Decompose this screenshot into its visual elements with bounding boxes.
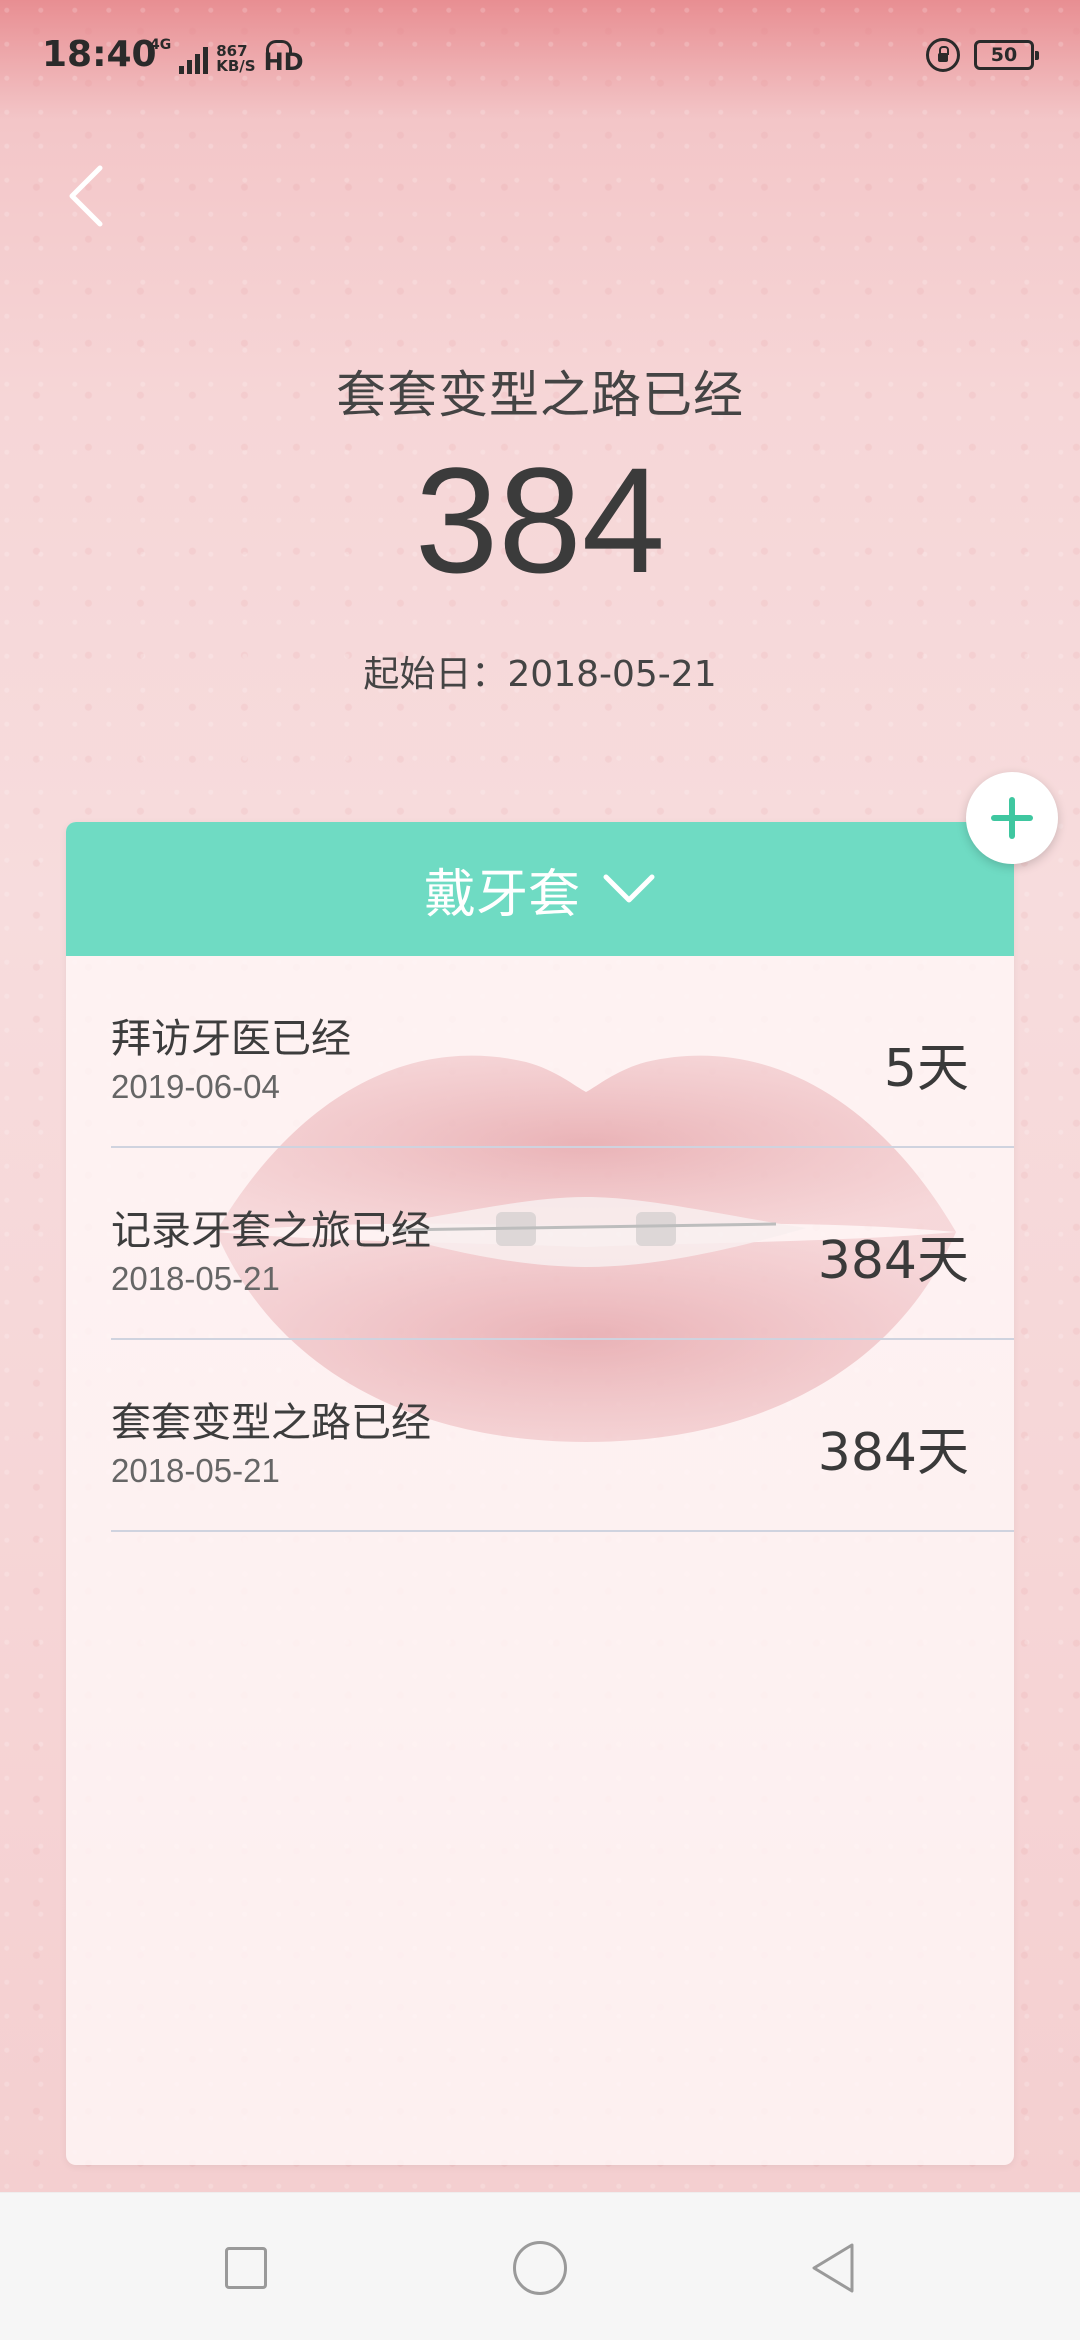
signal-icon — [179, 46, 209, 74]
events-card: 戴牙套 拜访牙医已经 2019-06-04 5天 记录牙套之旅已经 2018-0… — [66, 822, 1014, 2165]
event-date: 2018-05-21 — [111, 1260, 280, 1297]
page-title: 套套变型之路已经 — [336, 366, 744, 424]
event-title: 拜访牙医已经 — [111, 1016, 351, 1062]
square-icon[interactable] — [225, 2247, 267, 2289]
circle-icon[interactable] — [513, 2241, 567, 2295]
plus-icon — [991, 797, 1033, 839]
event-days: 384天 — [817, 1231, 969, 1291]
network-type: 4G — [150, 37, 172, 53]
event-date: 2018-05-21 — [111, 1452, 280, 1489]
battery-icon: 50 — [974, 40, 1039, 70]
total-days-count: 384 — [414, 436, 666, 604]
system-nav-bar — [0, 2192, 1080, 2340]
network-indicators: 4G 867 KB/S HD — [150, 34, 304, 74]
chevron-left-icon — [69, 165, 103, 227]
category-label: 戴牙套 — [423, 864, 580, 925]
event-title: 记录牙套之旅已经 — [111, 1208, 431, 1254]
list-item[interactable]: 套套变型之路已经 2018-05-21 384天 — [111, 1340, 1014, 1532]
event-date: 2019-06-04 — [111, 1068, 280, 1105]
status-time: 18:40 — [42, 34, 157, 75]
add-event-button[interactable] — [966, 772, 1058, 864]
network-speed: 867 KB/S — [216, 44, 255, 74]
chevron-down-icon — [603, 874, 655, 903]
event-title: 套套变型之路已经 — [111, 1400, 431, 1446]
list-item[interactable]: 拜访牙医已经 2019-06-04 5天 — [111, 956, 1014, 1148]
event-days: 5天 — [883, 1039, 969, 1099]
triangle-back-icon[interactable] — [808, 2241, 858, 2295]
event-list: 拜访牙医已经 2019-06-04 5天 记录牙套之旅已经 2018-05-21… — [111, 956, 1014, 1532]
status-bar: 18:40 4G 867 KB/S HD 50 — [0, 0, 1080, 110]
event-days: 384天 — [817, 1423, 969, 1483]
start-date: 起始日：2018-05-21 — [363, 654, 717, 695]
category-selector[interactable]: 戴牙套 — [66, 822, 1014, 956]
network-speed-unit: KB/S — [216, 57, 256, 75]
back-button[interactable] — [60, 160, 120, 232]
rotation-lock-icon — [926, 38, 960, 72]
hd-call-icon: HD — [263, 40, 304, 76]
list-item[interactable]: 记录牙套之旅已经 2018-05-21 384天 — [111, 1148, 1014, 1340]
